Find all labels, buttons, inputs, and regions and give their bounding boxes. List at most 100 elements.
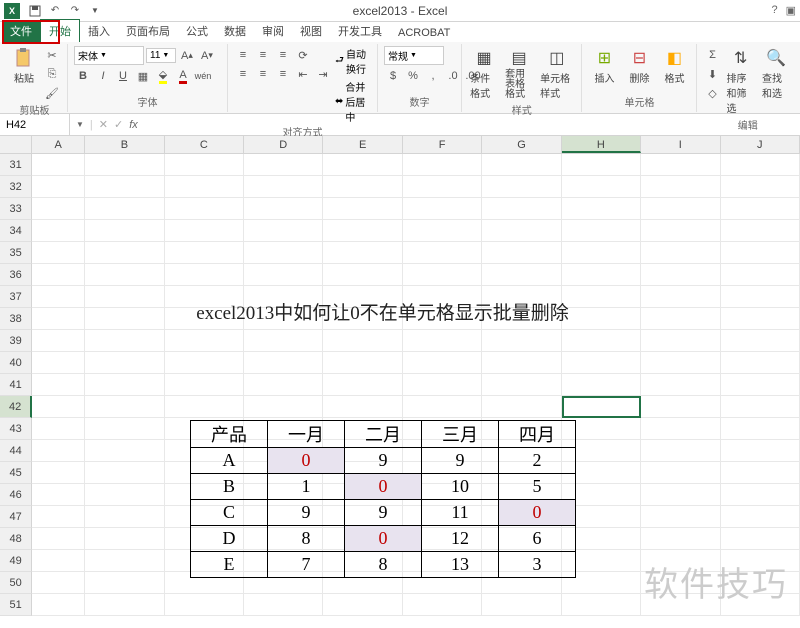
cell-B42[interactable] xyxy=(85,396,164,418)
cell-A40[interactable] xyxy=(32,352,85,374)
ribbon-display-icon[interactable]: ▣ xyxy=(786,4,796,17)
row-header-37[interactable]: 37 xyxy=(0,286,32,308)
cell-A51[interactable] xyxy=(32,594,85,616)
redo-icon[interactable]: ↷ xyxy=(68,4,82,18)
cell-B37[interactable] xyxy=(85,286,164,308)
cell-F39[interactable] xyxy=(403,330,482,352)
cell-B50[interactable] xyxy=(85,572,164,594)
tab-开发工具[interactable]: 开发工具 xyxy=(330,20,390,42)
row-header-40[interactable]: 40 xyxy=(0,352,32,374)
phonetic-icon[interactable]: wén xyxy=(194,67,212,85)
cell-J49[interactable] xyxy=(721,550,800,572)
cell-D34[interactable] xyxy=(244,220,323,242)
cell-D32[interactable] xyxy=(244,176,323,198)
cell-I47[interactable] xyxy=(641,506,720,528)
cell-C35[interactable] xyxy=(165,242,244,264)
cell-I49[interactable] xyxy=(641,550,720,572)
cell-A31[interactable] xyxy=(32,154,85,176)
cell-A33[interactable] xyxy=(32,198,85,220)
cell-A50[interactable] xyxy=(32,572,85,594)
cell-H36[interactable] xyxy=(562,264,641,286)
cell-J38[interactable] xyxy=(721,308,800,330)
col-header-F[interactable]: F xyxy=(403,136,482,153)
cell-H34[interactable] xyxy=(562,220,641,242)
cell-D40[interactable] xyxy=(244,352,323,374)
row-header-33[interactable]: 33 xyxy=(0,198,32,220)
cell-F41[interactable] xyxy=(403,374,482,396)
cell-B46[interactable] xyxy=(85,484,164,506)
decrease-font-icon[interactable]: A▾ xyxy=(198,47,216,65)
tab-页面布局[interactable]: 页面布局 xyxy=(118,20,178,42)
cell-B44[interactable] xyxy=(85,440,164,462)
cell-C38[interactable] xyxy=(165,308,244,330)
cell-B35[interactable] xyxy=(85,242,164,264)
paste-button[interactable]: 粘贴 xyxy=(8,46,40,87)
row-header-48[interactable]: 48 xyxy=(0,528,32,550)
col-header-C[interactable]: C xyxy=(165,136,244,153)
cell-B39[interactable] xyxy=(85,330,164,352)
spreadsheet-grid[interactable]: ABCDEFGHIJ 31323334353637383940414243444… xyxy=(0,136,800,626)
cell-I38[interactable] xyxy=(641,308,720,330)
row-header-46[interactable]: 46 xyxy=(0,484,32,506)
cell-G36[interactable] xyxy=(482,264,561,286)
cell-I34[interactable] xyxy=(641,220,720,242)
font-name-combo[interactable]: 宋体▼ xyxy=(74,46,144,65)
cell-H51[interactable] xyxy=(562,594,641,616)
cell-D51[interactable] xyxy=(244,594,323,616)
tab-ACROBAT[interactable]: ACROBAT xyxy=(390,24,458,42)
col-header-A[interactable]: A xyxy=(32,136,85,153)
cell-E38[interactable] xyxy=(323,308,402,330)
tab-公式[interactable]: 公式 xyxy=(178,20,216,42)
row-header-34[interactable]: 34 xyxy=(0,220,32,242)
cell-J47[interactable] xyxy=(721,506,800,528)
cell-J32[interactable] xyxy=(721,176,800,198)
cell-E35[interactable] xyxy=(323,242,402,264)
table-format-button[interactable]: ▤套用 表格格式 xyxy=(503,46,535,102)
row-header-39[interactable]: 39 xyxy=(0,330,32,352)
cell-A36[interactable] xyxy=(32,264,85,286)
cell-A34[interactable] xyxy=(32,220,85,242)
cell-E51[interactable] xyxy=(323,594,402,616)
cell-F37[interactable] xyxy=(403,286,482,308)
cell-F51[interactable] xyxy=(403,594,482,616)
delete-button[interactable]: ⊟删除 xyxy=(623,46,655,87)
cell-B36[interactable] xyxy=(85,264,164,286)
orientation-icon[interactable]: ⟳ xyxy=(294,46,312,64)
comma-icon[interactable]: , xyxy=(424,67,442,85)
cell-C33[interactable] xyxy=(165,198,244,220)
currency-icon[interactable]: $ xyxy=(384,67,402,85)
autosum-icon[interactable]: Σ xyxy=(703,46,721,64)
cell-E37[interactable] xyxy=(323,286,402,308)
percent-icon[interactable]: % xyxy=(404,67,422,85)
cell-I46[interactable] xyxy=(641,484,720,506)
cell-F36[interactable] xyxy=(403,264,482,286)
cell-D36[interactable] xyxy=(244,264,323,286)
cell-A32[interactable] xyxy=(32,176,85,198)
row-header-31[interactable]: 31 xyxy=(0,154,32,176)
cell-B40[interactable] xyxy=(85,352,164,374)
cell-J33[interactable] xyxy=(721,198,800,220)
border-icon[interactable]: ▦ xyxy=(134,67,152,85)
cell-E42[interactable] xyxy=(323,396,402,418)
enter-icon[interactable]: ✓ xyxy=(114,118,123,131)
cell-C34[interactable] xyxy=(165,220,244,242)
tab-审阅[interactable]: 审阅 xyxy=(254,20,292,42)
tab-视图[interactable]: 视图 xyxy=(292,20,330,42)
col-header-B[interactable]: B xyxy=(85,136,164,153)
cell-C36[interactable] xyxy=(165,264,244,286)
cell-I43[interactable] xyxy=(641,418,720,440)
cell-A45[interactable] xyxy=(32,462,85,484)
cell-J36[interactable] xyxy=(721,264,800,286)
row-header-44[interactable]: 44 xyxy=(0,440,32,462)
col-header-G[interactable]: G xyxy=(482,136,561,153)
cell-D35[interactable] xyxy=(244,242,323,264)
cell-H41[interactable] xyxy=(562,374,641,396)
cell-H37[interactable] xyxy=(562,286,641,308)
tab-开始[interactable]: 开始 xyxy=(40,19,80,42)
cell-styles-button[interactable]: ◫单元格样式 xyxy=(538,46,575,102)
row-header-38[interactable]: 38 xyxy=(0,308,32,330)
cell-F34[interactable] xyxy=(403,220,482,242)
cell-F42[interactable] xyxy=(403,396,482,418)
cell-G38[interactable] xyxy=(482,308,561,330)
cell-J43[interactable] xyxy=(721,418,800,440)
